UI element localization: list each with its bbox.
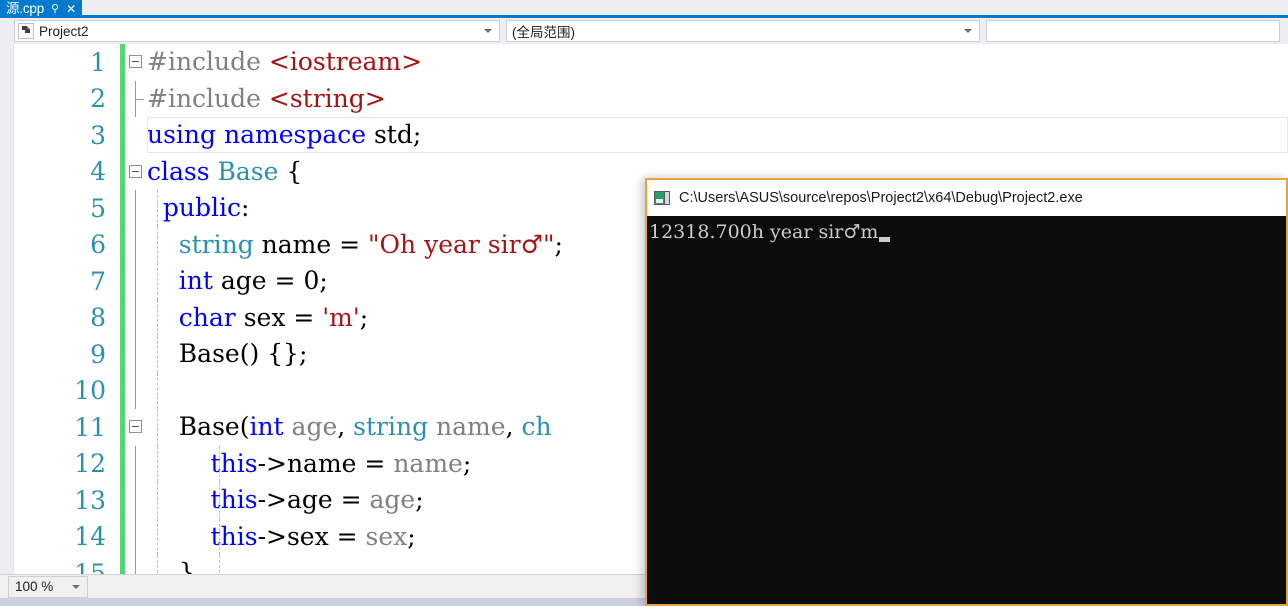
indent-guide	[157, 336, 158, 373]
collapse-icon[interactable]	[129, 164, 142, 178]
line-number: 6	[90, 230, 106, 260]
console-cursor	[879, 237, 891, 242]
tab-source-cpp[interactable]: 源.cpp ⚲ ✕	[0, 0, 83, 18]
region-line	[135, 80, 144, 117]
region-line	[135, 518, 136, 555]
glyph-margin	[125, 336, 147, 373]
code-text: using namespace std;	[147, 120, 422, 149]
glyph-margin	[125, 263, 147, 300]
nav-left-gutter	[0, 18, 14, 44]
indent-guide	[219, 518, 220, 555]
glyph-margin[interactable]	[125, 154, 147, 191]
code-line-current[interactable]: 3 using namespace std;	[14, 117, 1288, 154]
indent-guide	[157, 372, 158, 409]
collapse-icon[interactable]	[129, 420, 142, 433]
glyph-margin	[125, 482, 147, 519]
indent-guide	[157, 190, 158, 227]
line-number: 8	[90, 303, 106, 333]
line-number: 11	[74, 412, 106, 442]
vs-editor-window: 源.cpp ⚲ ✕ Project2 (全局范围) 1 #include <io…	[0, 0, 1288, 606]
console-output-area[interactable]: 12318.700h year sir♂m	[647, 216, 1286, 604]
tab-strip: 源.cpp ⚲ ✕	[0, 0, 1288, 18]
indent-guide	[219, 482, 220, 519]
line-number: 3	[90, 120, 106, 150]
indent-guide	[157, 555, 158, 574]
region-line	[135, 190, 136, 227]
member-dropdown[interactable]	[986, 20, 1280, 42]
code-line[interactable]: 1 #include <iostream>	[14, 44, 1288, 81]
chevron-down-icon[interactable]	[964, 29, 972, 33]
console-title-bar[interactable]: C:\Users\ASUS\source\repos\Project2\x64\…	[647, 180, 1286, 216]
indent-guide	[157, 299, 158, 336]
glyph-margin	[125, 190, 147, 227]
console-title-text: C:\Users\ASUS\source\repos\Project2\x64\…	[679, 190, 1083, 206]
pin-icon[interactable]: ⚲	[51, 3, 59, 15]
chevron-down-icon[interactable]	[72, 584, 80, 589]
console-output-line: 12318.700h year sir♂m	[649, 220, 1286, 244]
zoom-level-dropdown[interactable]: 100 %	[8, 575, 88, 598]
code-text: #include <string>	[147, 83, 386, 113]
indent-guide	[157, 409, 158, 446]
line-number: 7	[90, 266, 106, 296]
tab-label: 源.cpp	[6, 1, 45, 16]
line-number: 9	[90, 339, 106, 369]
line-number: 4	[90, 157, 106, 187]
region-line	[135, 445, 136, 482]
line-number: 14	[74, 522, 106, 552]
glyph-margin	[125, 299, 147, 336]
scope-dropdown[interactable]: (全局范围)	[506, 20, 980, 42]
indent-guide	[157, 445, 158, 482]
chevron-down-icon[interactable]	[484, 29, 492, 33]
console-icon	[653, 190, 671, 206]
line-number: 1	[90, 47, 106, 77]
region-line	[135, 372, 136, 409]
project-dropdown-value: Project2	[39, 23, 89, 39]
glyph-margin	[125, 117, 147, 154]
indent-guide	[157, 226, 158, 263]
navigation-bar: Project2 (全局范围)	[0, 18, 1288, 44]
region-line	[135, 482, 136, 519]
glyph-margin	[125, 445, 147, 482]
glyph-margin	[125, 226, 147, 263]
line-number: 5	[90, 193, 106, 223]
collapse-icon[interactable]	[129, 55, 142, 68]
code-line[interactable]: 2 #include <string>	[14, 80, 1288, 117]
glyph-margin	[125, 555, 147, 574]
glyph-margin[interactable]	[125, 44, 147, 81]
line-number: 13	[74, 485, 106, 515]
project-dropdown[interactable]: Project2	[14, 20, 500, 42]
indent-guide	[219, 555, 220, 574]
console-output-text: 12318.700h year sir♂m	[649, 221, 879, 243]
region-line	[135, 555, 136, 574]
glyph-margin[interactable]	[125, 409, 147, 446]
zoom-level-value: 100 %	[15, 579, 54, 594]
indent-guide	[157, 482, 158, 519]
region-line	[135, 336, 136, 373]
line-number: 15	[74, 558, 106, 574]
glyph-margin	[125, 372, 147, 409]
glyph-margin	[125, 80, 147, 117]
project-icon	[18, 23, 34, 39]
line-number: 2	[90, 84, 106, 114]
code-text: #include <iostream>	[147, 47, 423, 76]
close-icon[interactable]: ✕	[66, 3, 76, 15]
region-line	[135, 226, 136, 263]
scope-dropdown-value: (全局范围)	[512, 25, 575, 40]
console-window[interactable]: C:\Users\ASUS\source\repos\Project2\x64\…	[645, 178, 1288, 606]
line-number: 10	[74, 376, 106, 406]
region-line	[135, 263, 136, 300]
indent-guide	[157, 263, 158, 300]
indent-guide	[219, 445, 220, 482]
glyph-margin	[125, 518, 147, 555]
editor-selection-margin	[0, 44, 14, 574]
indent-guide	[157, 518, 158, 555]
line-number: 12	[74, 449, 106, 479]
region-line	[135, 299, 136, 336]
